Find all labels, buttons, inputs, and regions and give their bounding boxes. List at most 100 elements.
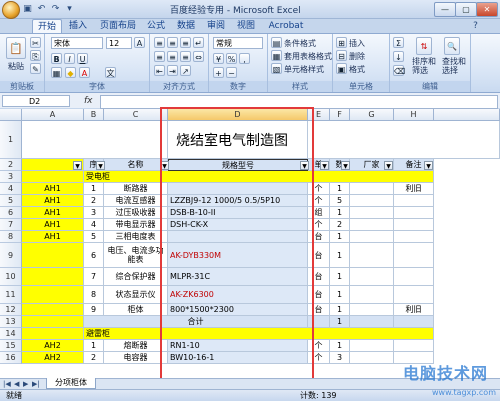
- vendor-cell[interactable]: [350, 183, 394, 195]
- unit-cell[interactable]: 台: [308, 243, 330, 268]
- sheet-title[interactable]: 烧结室电气制造图: [168, 121, 308, 159]
- vendor-cell[interactable]: [350, 231, 394, 243]
- total-label[interactable]: 合计: [84, 316, 308, 328]
- unit-cell[interactable]: 个: [308, 352, 330, 364]
- copy-icon[interactable]: ⎘: [30, 50, 41, 61]
- grow-font-icon[interactable]: A: [134, 37, 145, 48]
- vendor-cell[interactable]: [350, 286, 394, 304]
- remark-cell[interactable]: [394, 243, 434, 268]
- row-header[interactable]: 11: [0, 286, 22, 304]
- section-label[interactable]: 受电柜: [84, 171, 434, 183]
- prev-sheet-icon[interactable]: ◀: [14, 380, 19, 388]
- cell[interactable]: [22, 121, 168, 159]
- device-code-cell[interactable]: [22, 268, 84, 286]
- spec-model-cell[interactable]: DSB-B-10-II: [168, 207, 308, 219]
- device-code-cell[interactable]: AH1: [22, 231, 84, 243]
- comma-button[interactable]: ,: [239, 53, 250, 64]
- item-name-cell[interactable]: 三相电度表: [104, 231, 168, 243]
- bold-button[interactable]: B: [51, 53, 62, 64]
- font-name-combo[interactable]: 宋体: [51, 37, 103, 49]
- item-name-cell[interactable]: 综合保护器: [104, 268, 168, 286]
- header-cell[interactable]: 名称: [104, 159, 168, 171]
- unit-cell[interactable]: 个: [308, 183, 330, 195]
- sort-filter-button[interactable]: 排序和筛选: [412, 57, 440, 75]
- row-header[interactable]: 8: [0, 231, 22, 243]
- row-header[interactable]: 7: [0, 219, 22, 231]
- close-button[interactable]: ✕: [476, 2, 498, 17]
- item-name-cell[interactable]: 状态显示仪: [104, 286, 168, 304]
- column-header[interactable]: C: [104, 109, 168, 121]
- paste-icon[interactable]: 📋: [6, 37, 26, 59]
- cell-styles-button[interactable]: 单元格样式: [284, 64, 324, 75]
- tab-data[interactable]: 数据: [174, 19, 198, 33]
- minimize-button[interactable]: —: [434, 2, 456, 17]
- phonetic-icon[interactable]: 文: [105, 67, 116, 78]
- unit-cell[interactable]: 个: [308, 195, 330, 207]
- cell[interactable]: [308, 121, 500, 159]
- row-header[interactable]: 6: [0, 207, 22, 219]
- spec-model-cell[interactable]: RN1-10: [168, 340, 308, 352]
- autosum-button[interactable]: Σ: [393, 37, 404, 48]
- currency-icon[interactable]: ¥: [213, 53, 224, 64]
- font-size-combo[interactable]: 12: [106, 37, 132, 49]
- qty-cell[interactable]: 3: [330, 352, 350, 364]
- underline-button[interactable]: U: [77, 53, 88, 64]
- customize-quick-access-icon[interactable]: ▾: [64, 4, 75, 14]
- qty-cell[interactable]: 5: [330, 195, 350, 207]
- remark-cell[interactable]: 利旧: [394, 304, 434, 316]
- row-header[interactable]: 16: [0, 352, 22, 364]
- worksheet-grid[interactable]: A B C D E F G H 1 烧结室电气制造图 2 ▼ 序 名称 规格型号…: [0, 109, 500, 378]
- vendor-cell[interactable]: [350, 340, 394, 352]
- remark-cell[interactable]: [394, 231, 434, 243]
- fill-icon[interactable]: ↓: [393, 51, 404, 62]
- office-button[interactable]: [2, 1, 20, 19]
- cell[interactable]: [22, 171, 84, 183]
- align-middle-icon[interactable]: ≡: [167, 37, 178, 48]
- seq-cell[interactable]: 8: [84, 286, 104, 304]
- device-code-cell[interactable]: AH1: [22, 183, 84, 195]
- spec-model-cell[interactable]: LZZBJ9-12 1000/5 0.5/5P10: [168, 195, 308, 207]
- decrease-indent-icon[interactable]: ⇤: [154, 65, 165, 76]
- row-header[interactable]: 3: [0, 171, 22, 183]
- tab-acrobat[interactable]: Acrobat: [266, 19, 306, 33]
- unit-cell[interactable]: 台: [308, 231, 330, 243]
- qty-cell[interactable]: 1: [330, 183, 350, 195]
- qty-cell[interactable]: 1: [330, 340, 350, 352]
- seq-cell[interactable]: 6: [84, 243, 104, 268]
- spec-model-cell[interactable]: AK-DYB330M: [168, 243, 308, 268]
- cell[interactable]: [350, 316, 394, 328]
- seq-cell[interactable]: 7: [84, 268, 104, 286]
- remark-cell[interactable]: [394, 340, 434, 352]
- seq-cell[interactable]: 4: [84, 219, 104, 231]
- format-as-table-button[interactable]: 套用表格格式: [284, 51, 332, 62]
- unit-cell[interactable]: 台: [308, 304, 330, 316]
- wrap-text-icon[interactable]: ↵: [193, 37, 204, 48]
- item-name-cell[interactable]: 电容器: [104, 352, 168, 364]
- remark-cell[interactable]: [394, 207, 434, 219]
- row-header[interactable]: 4: [0, 183, 22, 195]
- help-icon[interactable]: ?: [470, 21, 481, 31]
- first-sheet-icon[interactable]: |◀: [3, 380, 11, 388]
- row-header[interactable]: 1: [0, 121, 22, 159]
- seq-cell[interactable]: 3: [84, 207, 104, 219]
- formula-input[interactable]: [100, 95, 498, 109]
- remark-cell[interactable]: 利旧: [394, 183, 434, 195]
- select-all-corner[interactable]: [0, 109, 22, 121]
- tab-home[interactable]: 开始: [32, 19, 62, 34]
- device-code-cell[interactable]: [22, 243, 84, 268]
- filter-dropdown-icon[interactable]: ▼: [300, 161, 309, 170]
- seq-cell[interactable]: 9: [84, 304, 104, 316]
- device-code-cell[interactable]: AH2: [22, 340, 84, 352]
- spec-model-cell[interactable]: 800*1500*2300: [168, 304, 308, 316]
- remark-cell[interactable]: [394, 219, 434, 231]
- align-bottom-icon[interactable]: ≡: [180, 37, 191, 48]
- seq-cell[interactable]: 2: [84, 195, 104, 207]
- filter-dropdown-icon[interactable]: ▼: [160, 161, 169, 170]
- qty-cell[interactable]: 1: [330, 231, 350, 243]
- seq-cell[interactable]: 1: [84, 340, 104, 352]
- unit-cell[interactable]: 个: [308, 340, 330, 352]
- tab-formulas[interactable]: 公式: [144, 19, 168, 33]
- unit-cell[interactable]: 组: [308, 207, 330, 219]
- increase-decimal-icon[interactable]: +: [213, 67, 224, 78]
- spec-model-cell[interactable]: AK-ZK6300: [168, 286, 308, 304]
